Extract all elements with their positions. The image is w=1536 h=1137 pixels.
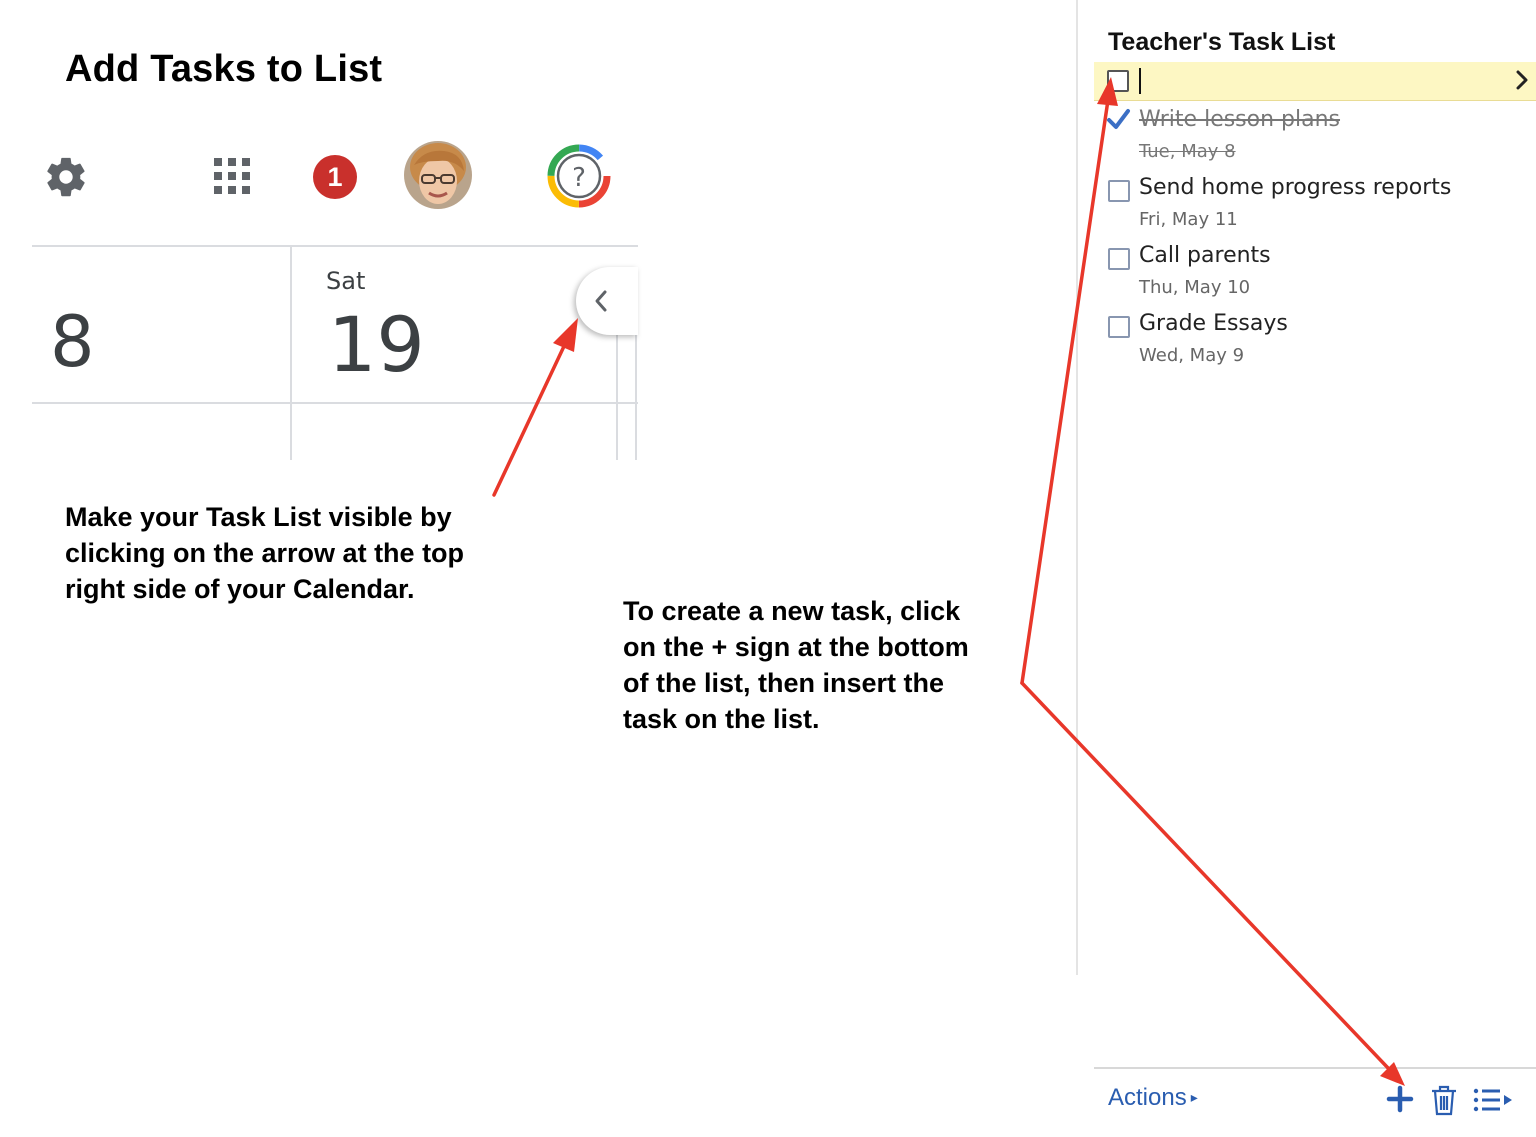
actions-label: Actions — [1108, 1084, 1187, 1111]
task-date: Wed, May 9 — [1139, 345, 1245, 366]
checkmark-icon[interactable] — [1106, 107, 1132, 133]
calendar-grid: 8 Sat 19 — [32, 245, 638, 460]
side-panel-toggle-button[interactable] — [576, 267, 638, 335]
task-date: Fri, May 11 — [1139, 209, 1238, 230]
task-label: Write lesson plans — [1139, 107, 1341, 132]
chevron-left-icon — [595, 290, 607, 312]
notification-badge[interactable]: 1 — [313, 155, 357, 199]
task-date: Tue, May 8 — [1139, 141, 1236, 162]
task-checkbox[interactable] — [1108, 316, 1130, 338]
day-number-left[interactable]: 8 — [50, 307, 95, 377]
page-title: Add Tasks to List — [65, 48, 383, 90]
task-date: Thu, May 10 — [1139, 277, 1251, 298]
notification-count: 1 — [327, 161, 343, 192]
triangle-right-icon: ▸ — [1190, 1089, 1198, 1105]
list-options-icon[interactable] — [1472, 1086, 1516, 1114]
footer-divider — [1094, 1067, 1536, 1069]
help-glyph: ? — [572, 163, 586, 193]
actions-menu-button[interactable]: Actions ▸ — [1108, 1084, 1198, 1112]
annotation-visibility-note: Make your Task List visible by clicking … — [65, 502, 465, 604]
text-cursor — [1139, 68, 1141, 94]
task-label: Send home progress reports — [1139, 175, 1452, 200]
task-label: Call parents — [1139, 243, 1271, 268]
gear-icon[interactable] — [43, 154, 89, 200]
chevron-right-icon[interactable] — [1514, 67, 1530, 93]
avatar[interactable] — [404, 141, 472, 209]
apps-grid-icon[interactable] — [214, 158, 250, 194]
task-panel: Teacher's Task List Write lesson plans T… — [1078, 0, 1536, 1137]
trash-icon[interactable] — [1430, 1084, 1458, 1116]
task-list-title: Teacher's Task List — [1108, 28, 1336, 56]
task-checkbox[interactable] — [1108, 248, 1130, 270]
day-name: Sat — [326, 267, 366, 295]
help-icon[interactable]: ? — [546, 143, 612, 209]
annotation-create-note: To create a new task, click on the + sig… — [623, 596, 969, 734]
task-label: Grade Essays — [1139, 311, 1288, 336]
day-number[interactable]: 19 — [328, 307, 425, 383]
new-task-row[interactable] — [1094, 62, 1536, 101]
add-task-icon[interactable] — [1386, 1085, 1414, 1113]
task-checkbox[interactable] — [1108, 180, 1130, 202]
new-task-checkbox[interactable] — [1107, 70, 1129, 92]
